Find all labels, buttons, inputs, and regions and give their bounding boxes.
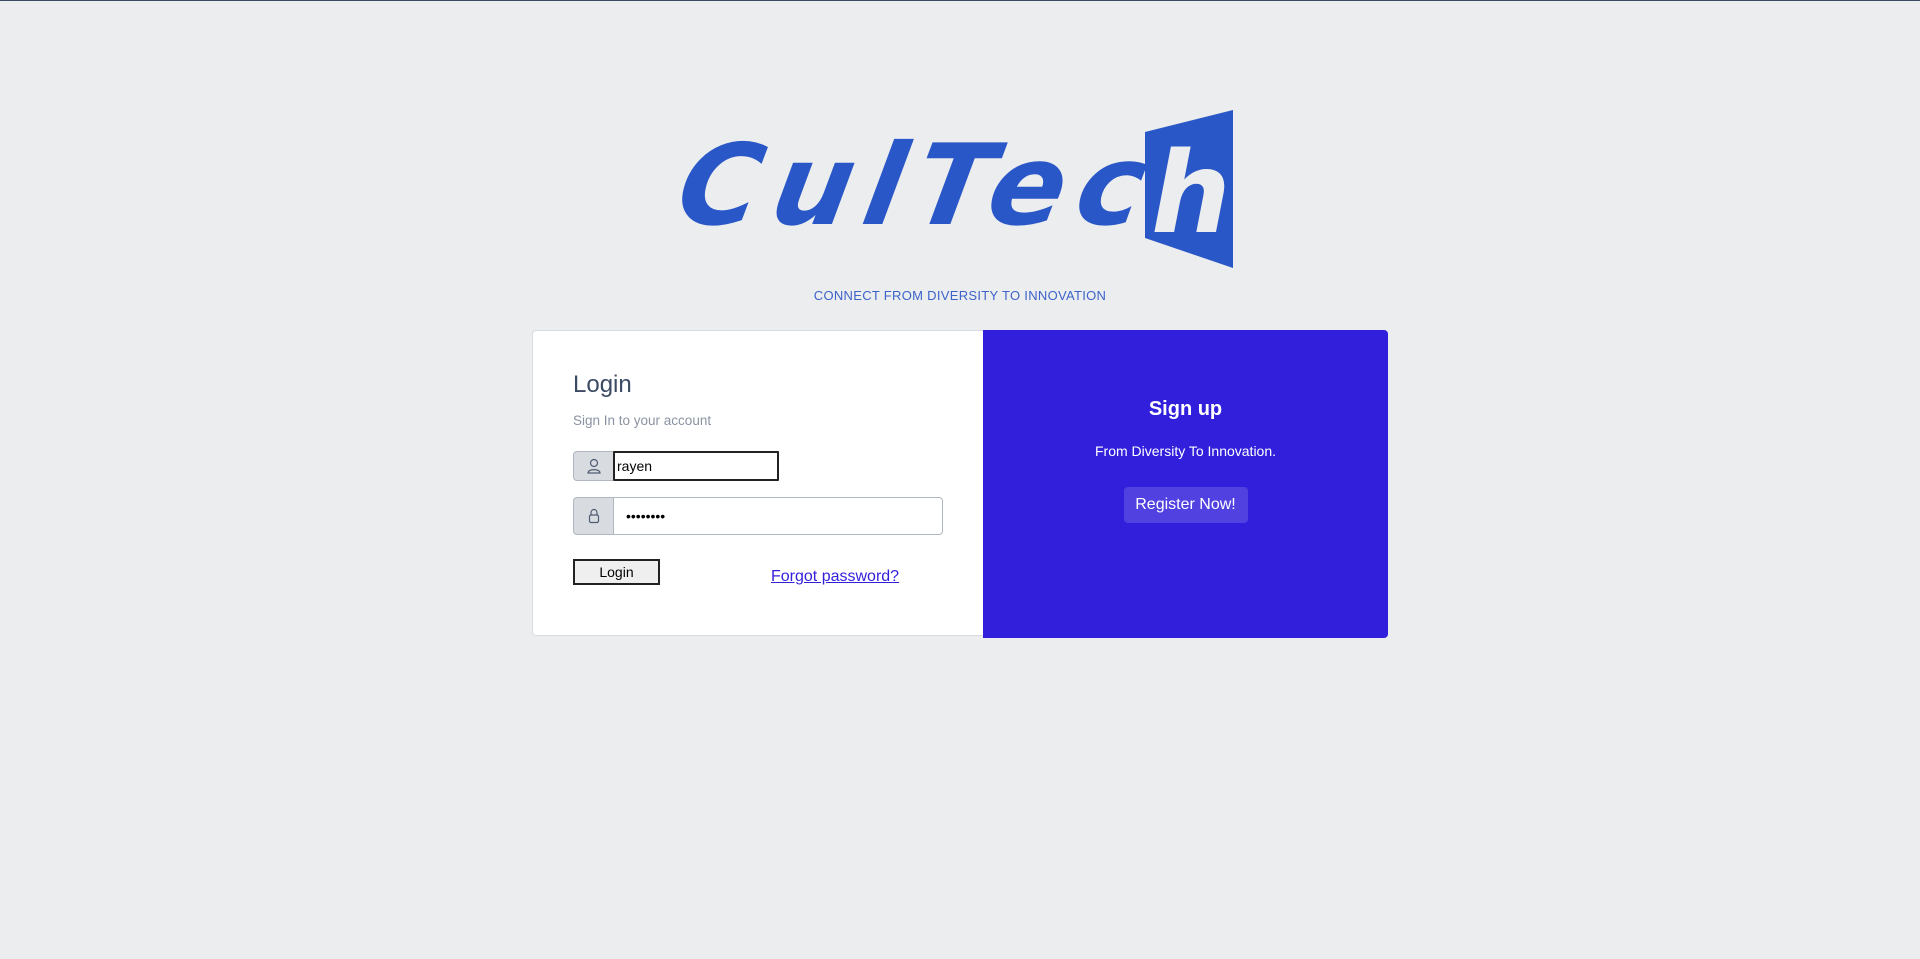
auth-card-group: Login Sign In to your account Login Forg… [532,330,1388,638]
login-button[interactable]: Login [573,559,660,585]
cultech-logo: CulTec h [669,110,1240,280]
username-input[interactable] [613,451,779,481]
login-subtitle: Sign In to your account [573,413,712,428]
login-card: Login Sign In to your account Login Forg… [532,330,983,636]
login-title: Login [573,371,632,398]
signup-text: From Diversity To Innovation. [1094,443,1277,459]
username-group [573,451,779,481]
forgot-password-link[interactable]: Forgot password? [771,568,899,586]
password-group [573,497,943,535]
register-now-button[interactable]: Register Now! [1123,487,1248,523]
brand-header: CulTec h CONNECT FROM DIVERSITY TO INNOV… [0,110,1920,303]
logo-text: CulTec [668,121,1169,251]
signup-card: Sign up From Diversity To Innovation. Re… [983,330,1388,638]
password-input[interactable] [613,497,943,535]
logo-h-block: h [1145,110,1233,268]
logo-last-letter: h [1151,129,1231,259]
signup-title: Sign up [1148,398,1223,420]
tagline: CONNECT FROM DIVERSITY TO INNOVATION [813,288,1107,303]
top-border [0,0,1920,1]
user-icon [573,451,613,481]
lock-icon [573,497,613,535]
